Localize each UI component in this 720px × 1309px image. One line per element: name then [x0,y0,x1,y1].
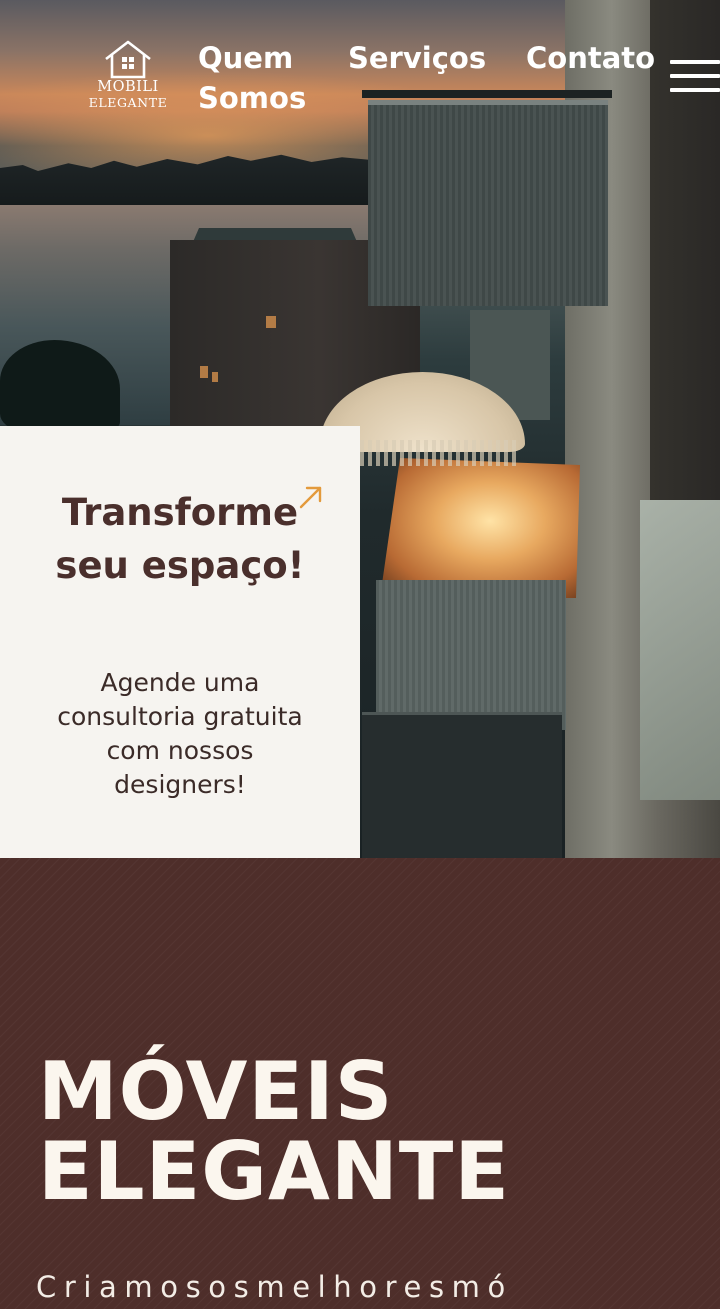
lit-balcony-interior [380,458,580,598]
logo-line-1: MOBILI [97,79,159,95]
logo-line-2: ELEGANTE [88,95,168,110]
hamburger-menu-icon[interactable] [670,58,720,98]
lit-window [212,372,218,382]
site-logo[interactable]: MOBILI ELEGANTE [82,40,174,120]
umbrella-fringe [360,440,520,466]
hamburger-bar [670,88,720,92]
nav-link-quem-somos[interactable]: Quem Somos [198,38,328,118]
lower-balcony [362,712,562,858]
upper-balcony [368,100,608,306]
lit-window [266,316,276,328]
house-icon [105,40,151,79]
hero-section: MOBILI ELEGANTE Quem Somos Serviços Cont… [0,0,720,858]
lit-balcony-front [376,580,566,730]
brand-section: MÓVEIS ELEGANTE Criamososmelhoresmó [0,858,720,1309]
brand-tagline: Criamososmelhoresmó [36,1270,513,1304]
brand-title: MÓVEIS ELEGANTE [38,1045,511,1218]
glass-pane [640,500,720,800]
cta-subtitle: Agende uma consultoria gratuita com noss… [57,668,303,799]
nav-link-servicos[interactable]: Serviços [348,38,486,78]
cta-title[interactable]: Transforme seu espaço! [30,486,330,592]
lit-window [200,366,208,378]
arrow-up-right-icon[interactable] [298,484,324,510]
nav-link-contato[interactable]: Contato [526,38,655,78]
hamburger-bar [670,74,720,78]
main-navigation: MOBILI ELEGANTE Quem Somos Serviços Cont… [0,0,720,130]
hamburger-bar [670,60,720,64]
cta-card: Transforme seu espaço! Agende uma consul… [0,426,360,858]
